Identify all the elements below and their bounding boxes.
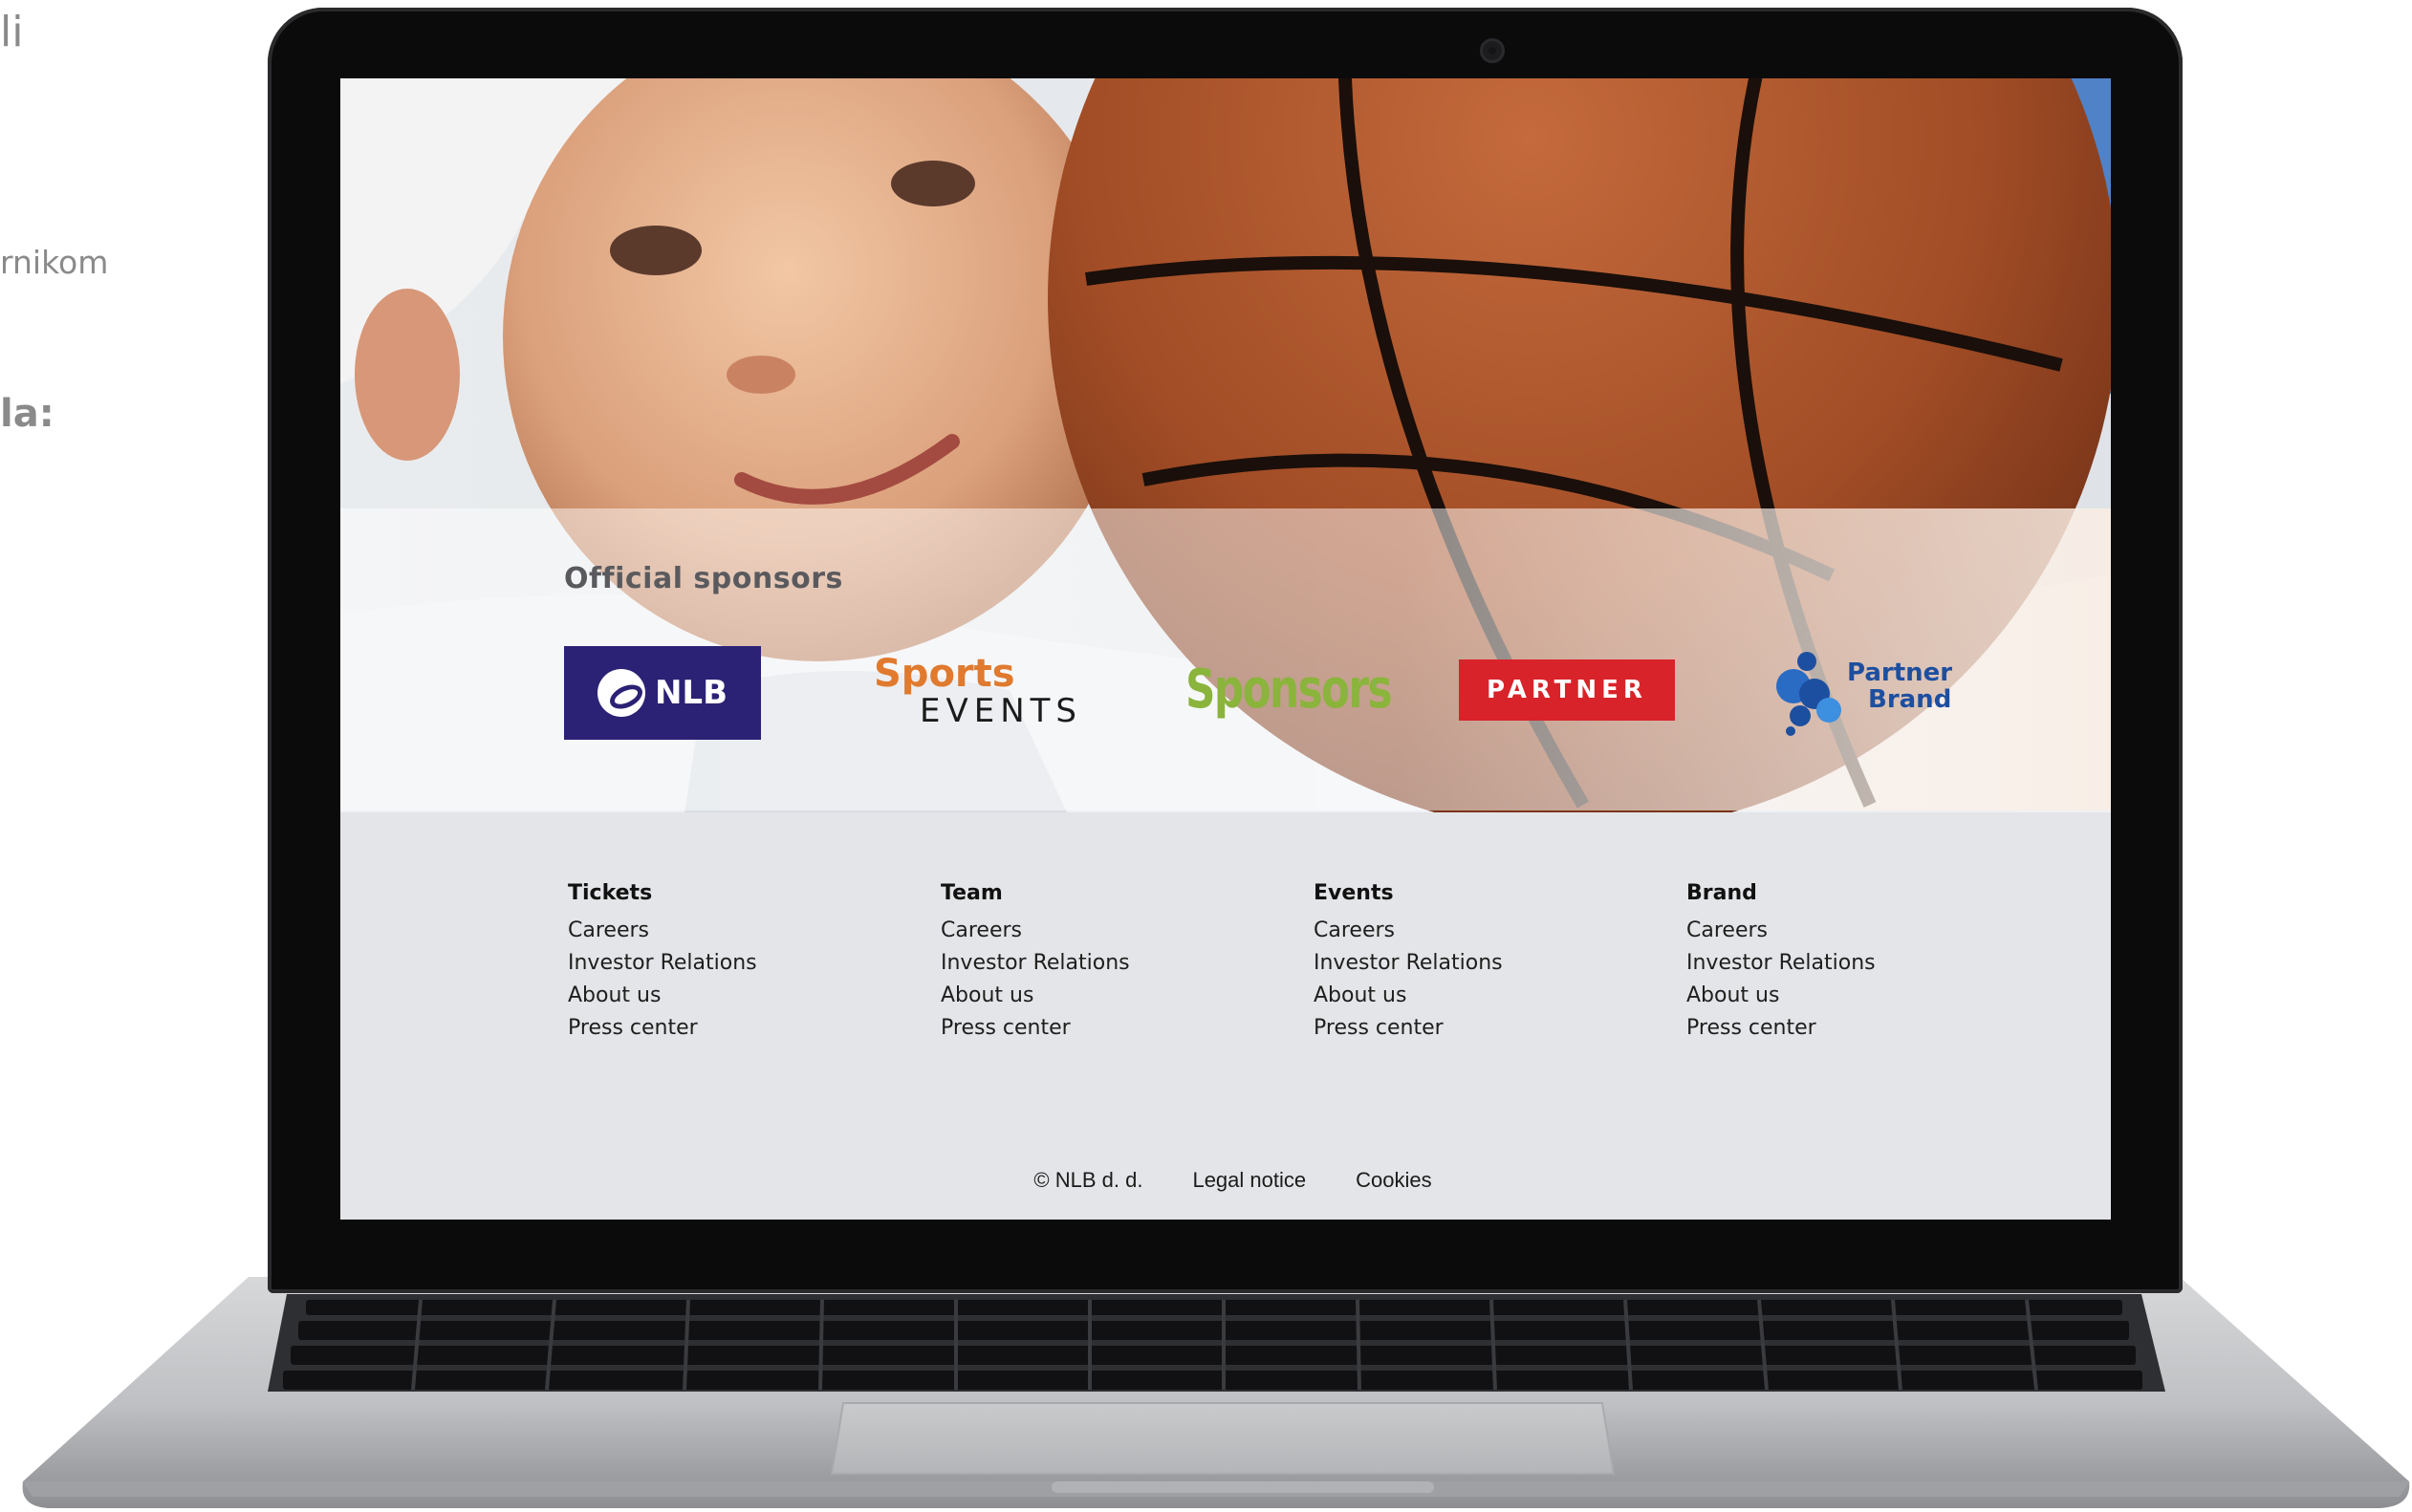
nlb-logo-icon	[597, 669, 645, 717]
footer-link-press-center[interactable]: Press center	[1686, 1012, 1973, 1045]
legal-notice-link[interactable]: Legal notice	[1192, 1168, 1306, 1193]
footer-link-press-center[interactable]: Press center	[1314, 1012, 1600, 1045]
cropped-page-text: li	[0, 8, 24, 56]
sponsors-heading: Official sponsors	[564, 562, 843, 595]
laptop-keyboard-base	[22, 1277, 2410, 1508]
partner-logo[interactable]: PARTNER	[1459, 659, 1675, 721]
footer-link-about-us[interactable]: About us	[941, 980, 1228, 1012]
footer-column-events: Events Careers Investor Relations About …	[1314, 881, 1600, 1045]
footer-link-investor-relations[interactable]: Investor Relations	[941, 947, 1228, 980]
footer-column-team: Team Careers Investor Relations About us…	[941, 881, 1228, 1045]
footer-link-careers[interactable]: Careers	[941, 915, 1228, 947]
copyright-text: © NLB d. d.	[1033, 1168, 1143, 1192]
footer-link-careers[interactable]: Careers	[568, 915, 855, 947]
footer-link-investor-relations[interactable]: Investor Relations	[1314, 947, 1600, 980]
legal-bar: © NLB d. d. Legal notice Cookies	[340, 1168, 2111, 1193]
nlb-logo[interactable]: NLB	[564, 646, 761, 740]
cropped-page-text: rnikom	[0, 244, 109, 281]
footer-column-brand: Brand Careers Investor Relations About u…	[1686, 881, 1973, 1045]
cropped-page-heading: la:	[0, 392, 54, 436]
footer-link-investor-relations[interactable]: Investor Relations	[1686, 947, 1973, 980]
sponsors-section: Official sponsors NLB Sports EVENTS Spon…	[340, 508, 2111, 810]
sponsors-logo[interactable]: Sponsors	[1185, 652, 1392, 728]
cookies-link[interactable]: Cookies	[1356, 1168, 1431, 1193]
partner-brand-icon	[1771, 648, 1847, 736]
footer-link-careers[interactable]: Careers	[1686, 915, 1973, 947]
footer-link-press-center[interactable]: Press center	[941, 1012, 1228, 1045]
hero-image: Official sponsors NLB Sports EVENTS Spon…	[340, 78, 2111, 812]
footer-link-about-us[interactable]: About us	[1314, 980, 1600, 1012]
site-footer: Tickets Careers Investor Relations About…	[340, 812, 2111, 1220]
footer-link-careers[interactable]: Careers	[1314, 915, 1600, 947]
footer-link-about-us[interactable]: About us	[568, 980, 855, 1012]
footer-link-investor-relations[interactable]: Investor Relations	[568, 947, 855, 980]
footer-link-press-center[interactable]: Press center	[568, 1012, 855, 1045]
footer-link-about-us[interactable]: About us	[1686, 980, 1973, 1012]
sports-events-logo[interactable]: Sports EVENTS	[874, 652, 1084, 730]
partner-brand-logo[interactable]: Partner Brand	[1771, 648, 1981, 736]
webcam-icon	[1480, 38, 1505, 63]
footer-column-tickets: Tickets Careers Investor Relations About…	[568, 881, 855, 1045]
website-screen: Official sponsors NLB Sports EVENTS Spon…	[340, 78, 2111, 1220]
